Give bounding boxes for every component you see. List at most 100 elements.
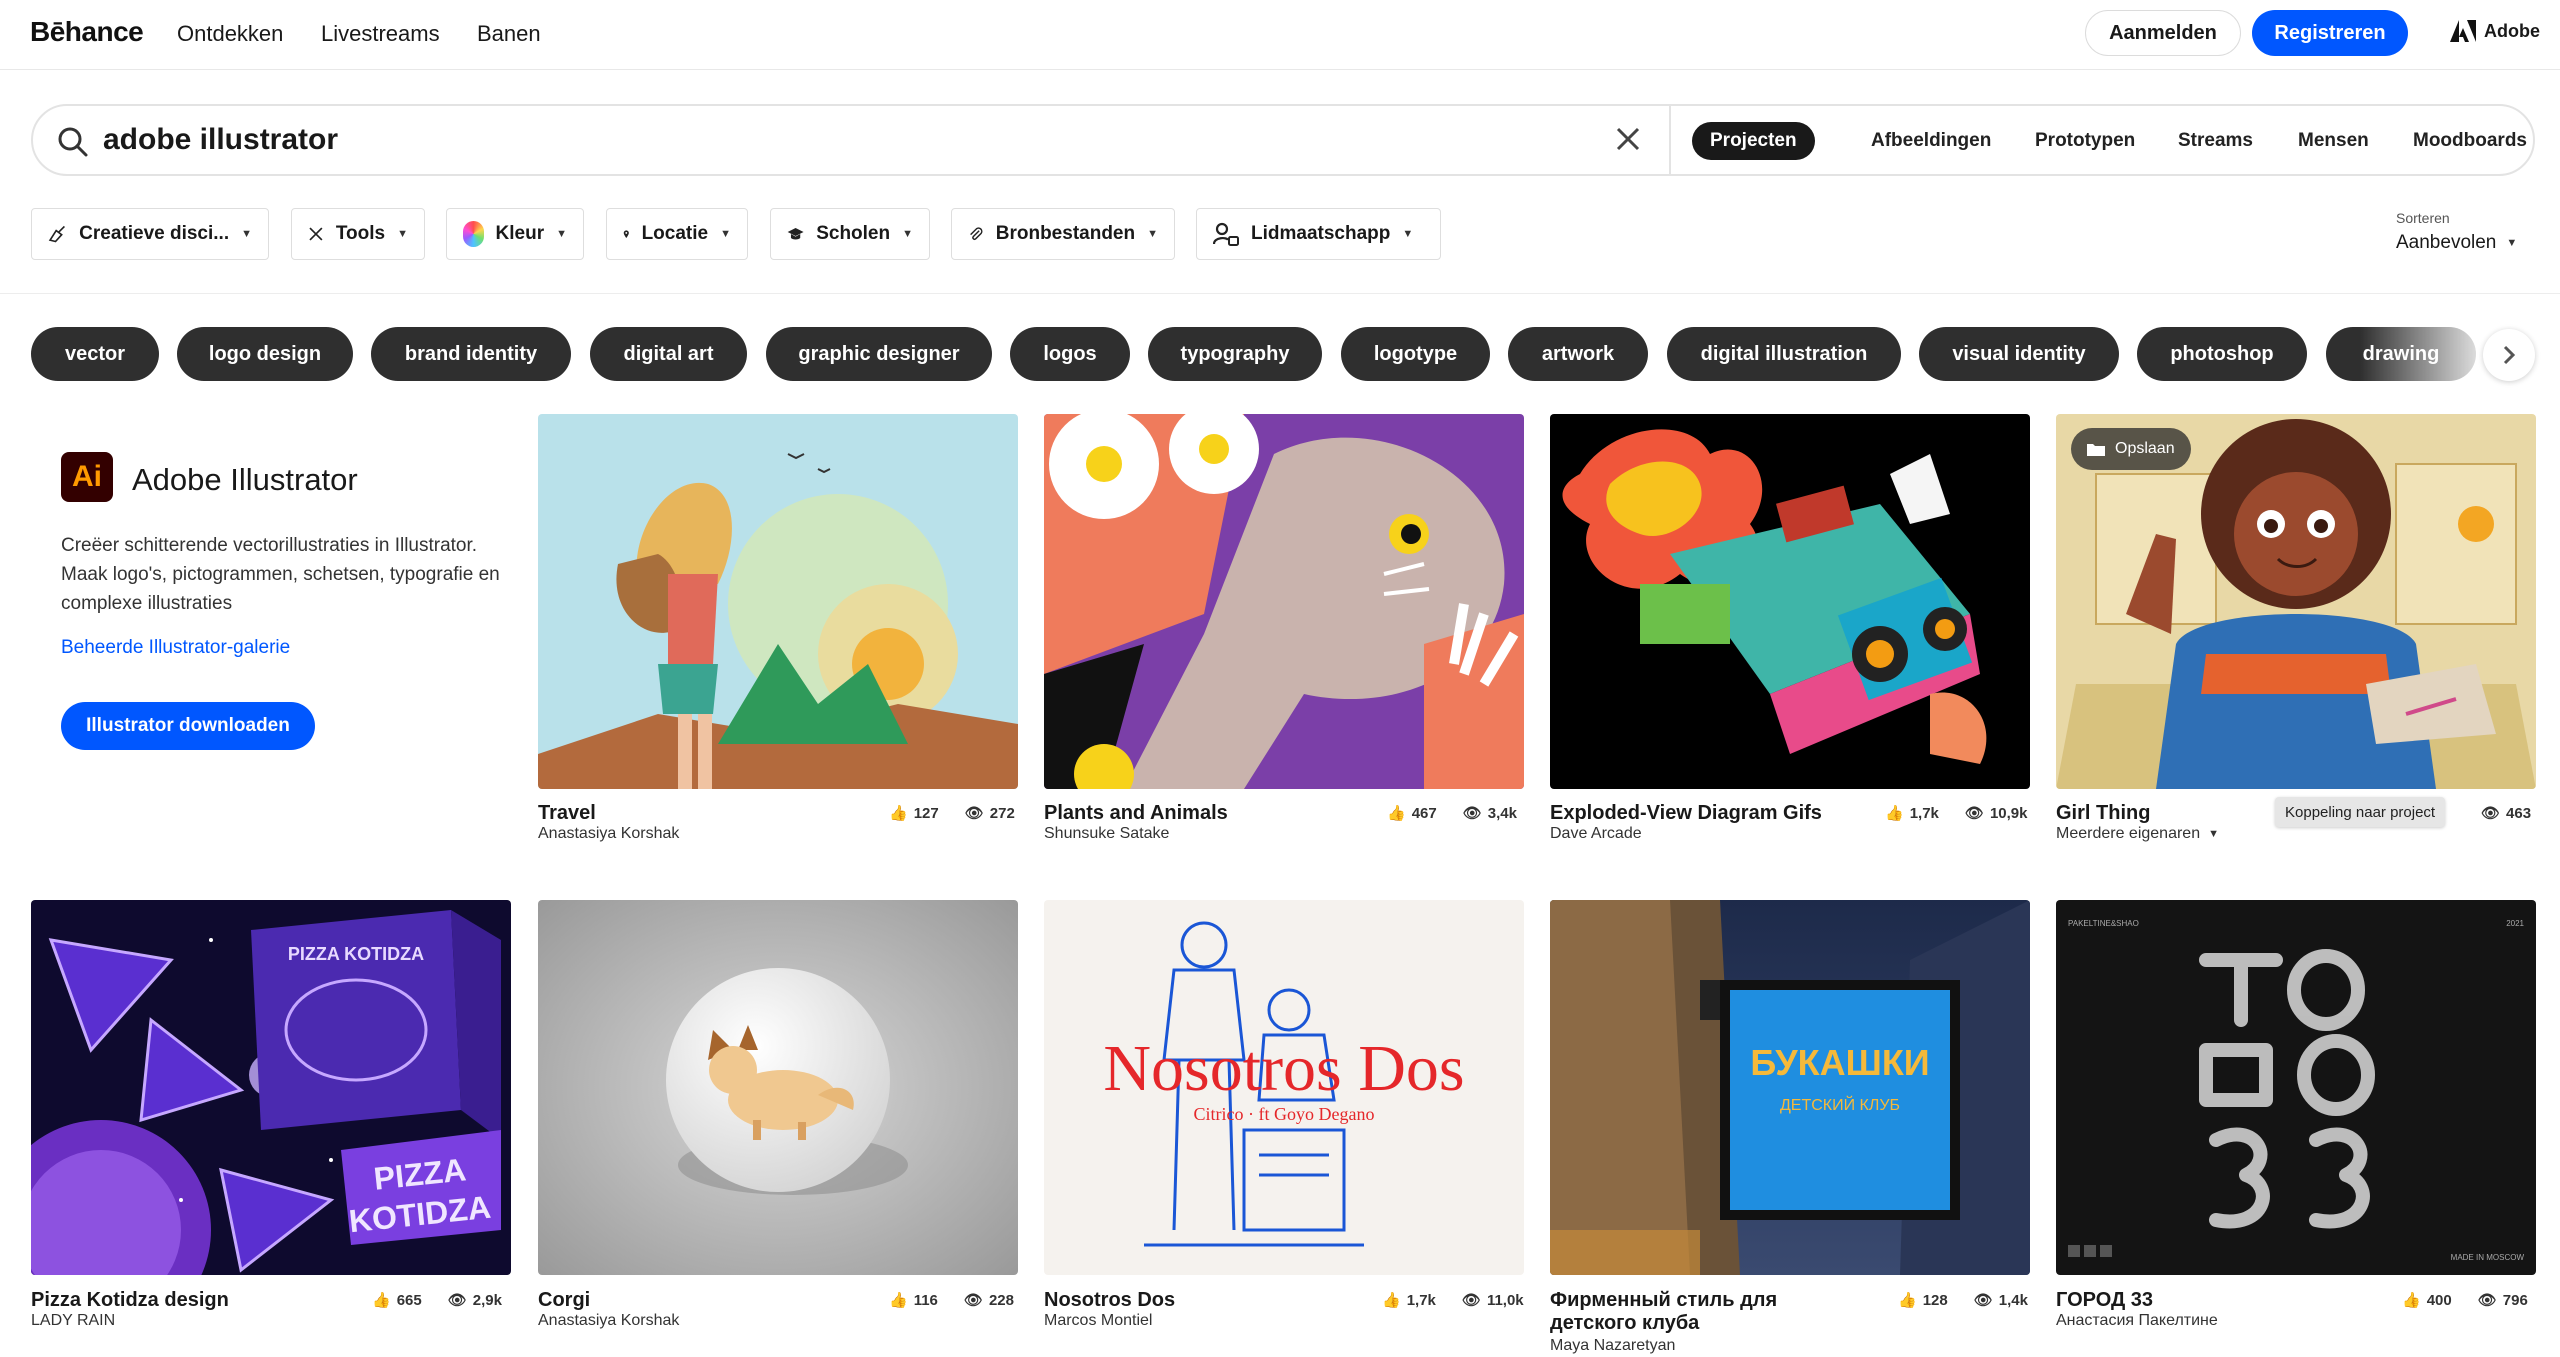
tab-prototypes[interactable]: Prototypen — [2017, 122, 2153, 160]
likes-count: 400 — [2426, 1291, 2452, 1309]
tags-next-button[interactable] — [2483, 329, 2535, 381]
filter-source-files[interactable]: Bronbestanden ▼ — [951, 208, 1175, 260]
tag-fade — [2360, 320, 2500, 388]
close-icon[interactable] — [1613, 124, 1643, 154]
project-thumbnail-pizza-kotidza[interactable]: PIZZA KOTIDZA PIZZA KOTIDZA — [31, 900, 511, 1275]
tag-typography[interactable]: typography — [1148, 327, 1322, 381]
project-owner[interactable]: Anastasiya Korshak — [538, 1312, 679, 1330]
tag-logo-design[interactable]: logo design — [177, 327, 353, 381]
tag-digital-art[interactable]: digital art — [590, 327, 747, 381]
filter-label: Kleur — [495, 223, 545, 244]
project-owner[interactable]: Dave Arcade — [1550, 825, 1642, 843]
project-thumbnail-travel[interactable] — [538, 414, 1018, 789]
chevron-down-icon: ▼ — [1147, 228, 1158, 240]
project-title[interactable]: Nosotros Dos — [1044, 1289, 1175, 1312]
project-title[interactable]: Girl Thing — [2056, 802, 2150, 825]
project-owner[interactable]: Анастасия Пакелтине — [2056, 1312, 2218, 1330]
tooltip: Koppeling naar project — [2275, 797, 2446, 827]
illustrator-gallery-link[interactable]: Beheerde Illustrator-galerie — [61, 637, 290, 659]
divider — [0, 293, 2560, 294]
project-thumbnail-corgi[interactable] — [538, 900, 1018, 1275]
sort-dropdown[interactable]: Aanbevolen ▼ — [2396, 232, 2517, 254]
tab-streams[interactable]: Streams — [2160, 122, 2271, 160]
user-lock-icon — [1213, 222, 1239, 246]
nav-link-discover[interactable]: Ontdekken — [177, 21, 283, 47]
project-thumbnail-kids-club[interactable]: БУКАШКИ ДЕТСКИЙ КЛУБ — [1550, 900, 2030, 1275]
tag-graphic-designer[interactable]: graphic designer — [766, 327, 992, 381]
eye-icon: 👁 — [963, 1292, 983, 1309]
register-button[interactable]: Registreren — [2252, 10, 2408, 56]
project-stats: 👍 467 👁 3,4k — [1387, 804, 1517, 823]
likes-count: 1,7k — [1406, 1291, 1436, 1309]
tag-brand-identity[interactable]: brand identity — [371, 327, 571, 381]
project-title[interactable]: Travel — [538, 802, 596, 825]
eye-icon: 👁 — [1462, 805, 1482, 822]
eye-icon: 👁 — [2477, 1292, 2497, 1309]
tag-visual-identity[interactable]: visual identity — [1919, 327, 2119, 381]
login-button[interactable]: Aanmelden — [2085, 10, 2241, 56]
save-button[interactable]: Opslaan — [2071, 428, 2191, 470]
tab-people[interactable]: Mensen — [2280, 122, 2387, 160]
project-owner[interactable]: Maya Nazaretyan — [1550, 1337, 1675, 1355]
tab-moodboards[interactable]: Moodboards — [2395, 122, 2545, 160]
eye-icon: 👁 — [2481, 805, 2501, 822]
thumbs-up-icon: 👍 — [889, 805, 908, 822]
thumbs-up-icon: 👍 — [1387, 805, 1406, 822]
promo-description: Creëer schitterende vectorillustraties i… — [61, 535, 500, 614]
project-owner[interactable]: Marcos Montiel — [1044, 1312, 1152, 1330]
filter-schools[interactable]: Scholen ▼ — [770, 208, 930, 260]
chevron-right-icon — [2503, 345, 2516, 365]
tag-photoshop[interactable]: photoshop — [2137, 327, 2307, 381]
project-thumbnail-nosotros-dos[interactable]: Nosotros Dos Citrico · ft Goyo Degano — [1044, 900, 1524, 1275]
project-owner[interactable]: LADY RAIN — [31, 1312, 115, 1330]
project-owner[interactable]: Anastasiya Korshak — [538, 825, 679, 843]
project-thumbnail-exploded-view[interactable] — [1550, 414, 2030, 789]
adobe-logo-icon — [2450, 20, 2476, 42]
project-title[interactable]: Corgi — [538, 1289, 590, 1312]
search-input[interactable] — [103, 120, 1603, 160]
adobe-link[interactable]: Adobe — [2450, 20, 2540, 42]
sort-value: Aanbevolen — [2396, 232, 2497, 253]
filter-label: Tools — [335, 223, 386, 244]
nav-link-livestreams[interactable]: Livestreams — [321, 21, 440, 47]
tag-logos[interactable]: logos — [1010, 327, 1130, 381]
chevron-down-icon: ▼ — [241, 228, 252, 240]
chevron-down-icon: ▼ — [556, 228, 567, 240]
project-thumbnail-girl-thing[interactable] — [2056, 414, 2536, 789]
project-owner[interactable]: Shunsuke Satake — [1044, 825, 1169, 843]
tag-artwork[interactable]: artwork — [1508, 327, 1648, 381]
project-title[interactable]: Plants and Animals — [1044, 802, 1228, 825]
chevron-down-icon: ▼ — [720, 228, 731, 240]
project-title-line2[interactable]: детского клуба — [1550, 1312, 1699, 1335]
corner-text: 2021 — [2506, 919, 2524, 928]
filter-label: Lidmaatschapp — [1251, 223, 1391, 244]
tab-images[interactable]: Afbeeldingen — [1853, 122, 2009, 160]
project-title[interactable]: Pizza Kotidza design — [31, 1289, 229, 1312]
project-title[interactable]: Фирменный стиль для — [1550, 1289, 1777, 1312]
thumbs-up-icon: 👍 — [372, 1292, 391, 1309]
tag-digital-illustration[interactable]: digital illustration — [1667, 327, 1901, 381]
multiple-owners-dropdown[interactable]: Meerdere eigenaren ▼ — [2056, 825, 2219, 843]
filter-location[interactable]: Locatie ▼ — [606, 208, 748, 260]
filter-membership[interactable]: Lidmaatschapp ▼ — [1196, 208, 1441, 260]
tab-projects[interactable]: Projecten — [1692, 122, 1815, 160]
tag-logotype[interactable]: logotype — [1341, 327, 1490, 381]
project-title[interactable]: Exploded-View Diagram Gifs — [1550, 802, 1822, 825]
project-title[interactable]: ГОРОД 33 — [2056, 1289, 2153, 1312]
tag-vector[interactable]: vector — [31, 327, 159, 381]
views-count: 1,4k — [1998, 1291, 2028, 1309]
likes-count: 128 — [1922, 1291, 1948, 1309]
chevron-down-icon: ▼ — [902, 228, 913, 240]
behance-logo[interactable]: Bēhance — [30, 16, 144, 48]
project-thumbnail-gorod-33[interactable]: PAKELTINE&SHAO 2021 MADE IN MOSCOW — [2056, 900, 2536, 1275]
download-illustrator-button[interactable]: Illustrator downloaden — [61, 702, 315, 750]
project-thumbnail-plants-and-animals[interactable] — [1044, 414, 1524, 789]
filter-tools[interactable]: Tools ▼ — [291, 208, 425, 260]
chevron-down-icon: ▼ — [2506, 237, 2518, 249]
filter-color[interactable]: Kleur ▼ — [446, 208, 584, 260]
likes-count: 116 — [913, 1291, 938, 1309]
illustrator-logo: Ai — [61, 452, 113, 502]
sort-label: Sorteren — [2396, 210, 2450, 226]
filter-creative-fields[interactable]: Creatieve disci... ▼ — [31, 208, 269, 260]
nav-link-jobs[interactable]: Banen — [477, 21, 541, 47]
